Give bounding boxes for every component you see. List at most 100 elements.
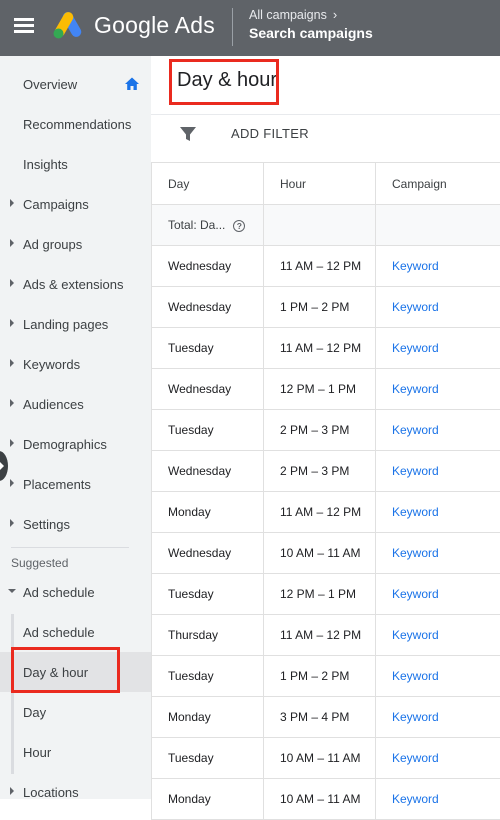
day-cell: Wednesday (152, 533, 264, 574)
column-header-campaign[interactable]: Campaign (376, 163, 500, 205)
campaign-link[interactable]: Keyword (392, 669, 439, 683)
campaign-cell: Keyword (376, 287, 500, 328)
sidebar-item-label: Insights (23, 157, 68, 172)
sidebar-item-label: Landing pages (23, 317, 108, 332)
day-cell: Monday (152, 779, 264, 820)
campaign-link[interactable]: Keyword (392, 546, 439, 560)
header-divider (232, 8, 233, 46)
campaign-link[interactable]: Keyword (392, 341, 439, 355)
sidebar-item-label: Ad groups (23, 237, 82, 252)
campaign-link[interactable]: Keyword (392, 259, 439, 273)
day-cell: Tuesday (152, 574, 264, 615)
highlight-annotation (169, 59, 279, 105)
breadcrumb-parent[interactable]: All campaigns› (249, 7, 337, 22)
campaign-link[interactable]: Keyword (392, 751, 439, 765)
home-icon (124, 76, 140, 92)
day-cell: Tuesday (152, 328, 264, 369)
campaign-link[interactable]: Keyword (392, 587, 439, 601)
total-cell (376, 205, 500, 246)
sidebar-item-settings[interactable]: Settings (0, 504, 151, 544)
campaign-link[interactable]: Keyword (392, 464, 439, 478)
sidebar-item-label: Demographics (23, 437, 107, 452)
campaign-link[interactable]: Keyword (392, 382, 439, 396)
sidebar-item-insights[interactable]: Insights (0, 144, 151, 184)
caret-right-icon (10, 319, 14, 327)
table-row: Monday3 PM – 4 PMKeyword (152, 697, 500, 738)
sidebar-item-demographics[interactable]: Demographics (0, 424, 151, 464)
table-row: Tuesday11 AM – 12 PMKeyword (152, 328, 500, 369)
caret-right-icon (10, 479, 14, 487)
sidebar-item-label: Audiences (23, 397, 84, 412)
table-row: Wednesday2 PM – 3 PMKeyword (152, 451, 500, 492)
sidebar-item-day[interactable]: Day (0, 692, 151, 732)
sidebar-item-ads-extensions[interactable]: Ads & extensions (0, 264, 151, 304)
hour-cell: 10 AM – 11 AM (264, 779, 376, 820)
sidebar-item-overview[interactable]: Overview (0, 64, 151, 104)
campaign-link[interactable]: Keyword (392, 628, 439, 642)
breadcrumb-parent-label[interactable]: All campaigns (249, 8, 327, 22)
hour-cell: 10 AM – 11 AM (264, 738, 376, 779)
table-row: Monday11 AM – 12 PMKeyword (152, 492, 500, 533)
sidebar-item-label: Hour (23, 745, 51, 760)
hour-cell: 11 AM – 12 PM (264, 615, 376, 656)
day-cell: Wednesday (152, 246, 264, 287)
sidebar-item-placements[interactable]: Placements (0, 464, 151, 504)
sidebar-item-label: Day & hour (23, 665, 88, 680)
sidebar-item-locations[interactable]: Locations (0, 772, 151, 812)
campaign-link[interactable]: Keyword (392, 505, 439, 519)
total-cell: Total: Da...? (152, 205, 264, 246)
sidebar-item-hour[interactable]: Hour (0, 732, 151, 772)
add-filter-button[interactable]: ADD FILTER (231, 126, 309, 141)
table-row: Tuesday12 PM – 1 PM Keyword (152, 574, 500, 615)
hour-cell: 1 PM – 2 PM (264, 656, 376, 697)
filter-bar: ADD FILTER (151, 114, 500, 162)
column-header-hour[interactable]: Hour (264, 163, 376, 205)
sidebar-item-label: Placements (23, 477, 91, 492)
campaign-cell: Keyword (376, 574, 500, 615)
total-row: Total: Da...? (152, 205, 500, 246)
sidebar-item-day-hour[interactable]: Day & hour (0, 652, 151, 692)
breadcrumb-current[interactable]: Search campaigns (249, 25, 373, 41)
table-row: Tuesday10 AM – 11 AMKeyword (152, 738, 500, 779)
sidebar-item-ad-schedule[interactable]: Ad schedule (0, 612, 151, 652)
column-header-day[interactable]: Day (152, 163, 264, 205)
caret-right-icon (10, 439, 14, 447)
sidebar-item-audiences[interactable]: Audiences (0, 384, 151, 424)
campaign-cell: Keyword (376, 492, 500, 533)
day-cell: Monday (152, 697, 264, 738)
caret-right-icon (10, 359, 14, 367)
sidebar-nav: Overview Recommendations Insights Campai… (0, 56, 151, 799)
campaign-link[interactable]: Keyword (392, 710, 439, 724)
menu-icon[interactable] (14, 17, 34, 33)
sidebar-item-keywords[interactable]: Keywords (0, 344, 151, 384)
sidebar-item-label: Ad schedule (23, 585, 95, 600)
campaign-cell: Keyword (376, 410, 500, 451)
sidebar-item-landing-pages[interactable]: Landing pages (0, 304, 151, 344)
campaign-cell: Keyword (376, 533, 500, 574)
campaign-cell: Keyword (376, 369, 500, 410)
help-icon[interactable]: ? (233, 220, 245, 232)
google-ads-logo-icon (52, 11, 84, 39)
sidebar-item-ad-groups[interactable]: Ad groups (0, 224, 151, 264)
campaign-cell: Keyword (376, 451, 500, 492)
campaign-cell: Keyword (376, 779, 500, 820)
caret-right-icon (10, 399, 14, 407)
sidebar-item-label: Locations (23, 785, 79, 800)
sidebar-item-campaigns[interactable]: Campaigns (0, 184, 151, 224)
sidebar-item-label: Recommendations (23, 117, 131, 132)
sidebar-item-label: Ads & extensions (23, 277, 123, 292)
campaign-link[interactable]: Keyword (392, 423, 439, 437)
app-name: Google Ads (94, 12, 215, 39)
table-row: Wednesday1 PM – 2 PMKeyword (152, 287, 500, 328)
table-row: Tuesday1 PM – 2 PMKeyword (152, 656, 500, 697)
sidebar-item-ad-schedule-group[interactable]: Ad schedule (0, 572, 151, 612)
sidebar-item-recommendations[interactable]: Recommendations (0, 104, 151, 144)
caret-right-icon (10, 519, 14, 527)
campaign-link[interactable]: Keyword (392, 792, 439, 806)
campaign-link[interactable]: Keyword (392, 300, 439, 314)
hour-cell: 12 PM – 1 PM (264, 574, 376, 615)
filter-icon[interactable] (179, 125, 197, 143)
hour-cell: 2 PM – 3 PM (264, 410, 376, 451)
sidebar-item-label: Campaigns (23, 197, 89, 212)
sidebar-item-label: Overview (23, 77, 77, 92)
